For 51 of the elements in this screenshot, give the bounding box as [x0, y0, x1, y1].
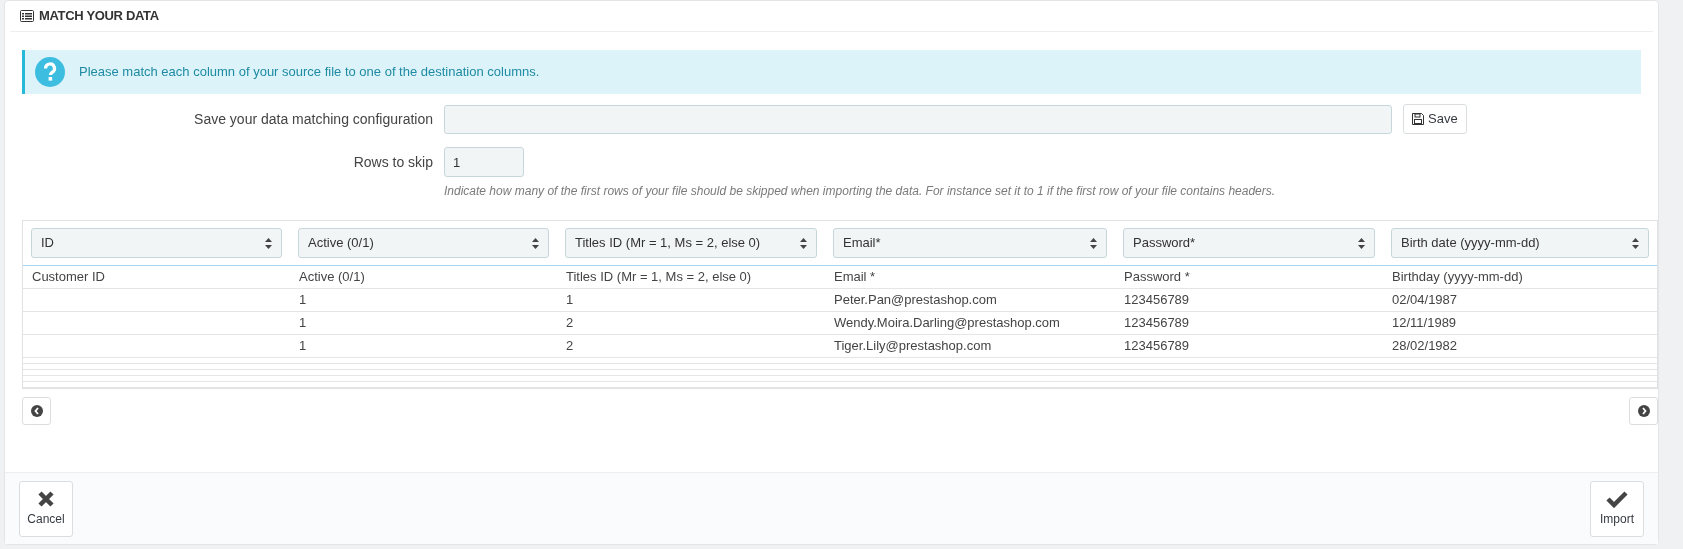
sort-caret-icon	[532, 237, 539, 249]
table-cell-text: Peter.Pan@prestashop.com	[833, 291, 998, 310]
table-cell-text: 1	[565, 291, 575, 310]
table-cell-text: 02/04/1987	[1391, 291, 1459, 310]
save-button[interactable]: Save	[1403, 104, 1467, 134]
table-cell-text: Tiger.Lily@prestashop.com	[833, 337, 993, 356]
table-cell-text: 2	[565, 337, 575, 356]
next-button[interactable]	[1629, 397, 1658, 425]
previous-button[interactable]	[22, 397, 51, 425]
table-cell-text: 123456789	[1123, 314, 1191, 333]
column-header: Email *	[833, 268, 877, 287]
alert-text: Please match each column of your source file to one of the destination columns.	[79, 63, 540, 82]
import-button[interactable]: Import	[1590, 480, 1644, 537]
column-select[interactable]: ID	[31, 228, 282, 258]
table-cell-text: 28/02/1982	[1391, 337, 1459, 356]
list-icon	[20, 10, 34, 22]
table-cell-text: 1	[298, 314, 308, 333]
table-cell-text: Wendy.Moira.Darling@prestashop.com	[833, 314, 1061, 333]
table-cell-text: 123456789	[1123, 291, 1191, 310]
column-header: Birthday (yyyy-mm-dd)	[1391, 268, 1524, 287]
table-cell-text: 123456789	[1123, 337, 1191, 356]
checkmark-icon	[1606, 489, 1628, 508]
field-label: Save your data matching configuration	[193, 109, 434, 129]
column-select[interactable]: Password*	[1123, 228, 1375, 258]
sort-caret-icon	[1632, 237, 1639, 249]
column-header: Password *	[1123, 268, 1191, 287]
chevron-right-icon	[1637, 405, 1650, 417]
column-header: Customer ID	[31, 268, 106, 287]
table-cell-text: 1	[298, 291, 308, 310]
config-name-field[interactable]	[444, 104, 1392, 134]
chevron-left-icon	[30, 405, 43, 417]
field-label: Rows to skip	[352, 152, 434, 172]
column-select[interactable]: Birth date (yyyy-mm-dd)	[1391, 228, 1649, 258]
column-select[interactable]: Email*	[833, 228, 1107, 258]
help-icon	[35, 57, 65, 87]
sort-caret-icon	[1358, 237, 1365, 249]
help-text: Indicate how many of the first rows of your file should be skipped when importing the data. For instance set it to 1 if the first row of your file contains headers.	[444, 183, 1277, 200]
column-header: Titles ID (Mr = 1, Ms = 2, else 0)	[565, 268, 753, 287]
column-select[interactable]: Titles ID (Mr = 1, Ms = 2, else 0)	[565, 228, 817, 258]
cancel-button[interactable]: Cancel	[19, 480, 73, 537]
close-icon	[37, 489, 55, 508]
column-select[interactable]: Active (0/1)	[298, 228, 549, 258]
table-cell-text: 12/11/1989	[1391, 314, 1458, 333]
rows-to-skip-field[interactable]: 1	[444, 147, 524, 177]
sort-caret-icon	[265, 237, 272, 249]
sort-caret-icon	[1090, 237, 1097, 249]
column-header: Active (0/1)	[298, 268, 366, 287]
table-cell-text: 1	[298, 337, 308, 356]
table-cell-text: 2	[565, 314, 575, 333]
sort-caret-icon	[800, 237, 807, 249]
panel-title: MATCH YOUR DATA	[39, 7, 159, 26]
